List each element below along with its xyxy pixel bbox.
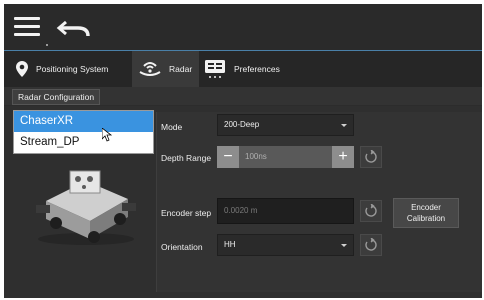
dropdown-item-stream-dp[interactable]: Stream_DP — [14, 132, 153, 153]
mode-value: 200-Deep — [224, 120, 260, 129]
orientation-reset-button[interactable] — [360, 234, 382, 256]
location-pin-icon — [16, 61, 28, 77]
depth-range-label: Depth Range — [161, 153, 212, 163]
tab-preferences[interactable]: Preferences — [204, 51, 280, 87]
orientation-select[interactable]: HH — [217, 234, 354, 256]
chevron-down-icon — [341, 124, 347, 127]
encoder-calibration-button[interactable]: Encoder Calibration — [393, 198, 459, 228]
orientation-value: HH — [224, 240, 236, 249]
radar-settings: Mode 200-Deep Depth Range − 100ns + Enco… — [156, 112, 482, 292]
tab-label: Preferences — [234, 64, 280, 74]
radar-device-image — [36, 170, 136, 245]
hamburger-icon[interactable] — [14, 17, 40, 37]
menu-indicator-dot — [46, 44, 48, 46]
radar-icon — [139, 62, 161, 76]
orientation-label: Orientation — [161, 242, 203, 252]
encoder-step-field[interactable]: 0.0020 m — [217, 198, 354, 224]
mouse-cursor-icon — [102, 128, 112, 142]
tab-label: Radar — [169, 64, 193, 74]
top-toolbar — [4, 4, 482, 51]
minus-icon[interactable]: − — [217, 146, 239, 168]
encoder-step-value: 0.0020 m — [224, 206, 258, 215]
encoder-button-line1: Encoder — [411, 203, 441, 212]
mode-label: Mode — [161, 122, 183, 132]
tab-label: Positioning System — [36, 64, 109, 74]
depth-range-reset-button[interactable] — [360, 146, 382, 168]
dropdown-item-chaserxr[interactable]: ChaserXR — [14, 111, 153, 132]
mode-select[interactable]: 200-Deep — [217, 114, 354, 136]
reset-icon — [365, 150, 377, 163]
preferences-icon — [205, 60, 225, 78]
main-tabs: Positioning System Radar Preferences — [4, 51, 482, 87]
reset-icon — [365, 204, 377, 217]
device-dropdown-list[interactable]: ChaserXR Stream_DP — [13, 110, 154, 154]
depth-range-value: 100ns — [245, 152, 267, 161]
plus-icon[interactable]: + — [332, 146, 354, 168]
chevron-down-icon — [341, 244, 347, 247]
sub-tab-bar: Radar Configuration — [4, 87, 482, 105]
app-window: Positioning System Radar Preferences Rad… — [4, 4, 482, 298]
tab-positioning-system[interactable]: Positioning System — [16, 51, 108, 87]
encoder-step-label: Encoder step — [161, 208, 212, 218]
reset-icon — [365, 238, 377, 251]
depth-range-stepper[interactable]: − 100ns + — [217, 146, 354, 168]
tab-radar-configuration[interactable]: Radar Configuration — [12, 89, 101, 105]
encoder-step-reset-button[interactable] — [360, 200, 382, 222]
tab-radar[interactable]: Radar — [132, 51, 200, 87]
undo-icon[interactable] — [56, 16, 92, 40]
encoder-button-line2: Calibration — [406, 214, 446, 223]
